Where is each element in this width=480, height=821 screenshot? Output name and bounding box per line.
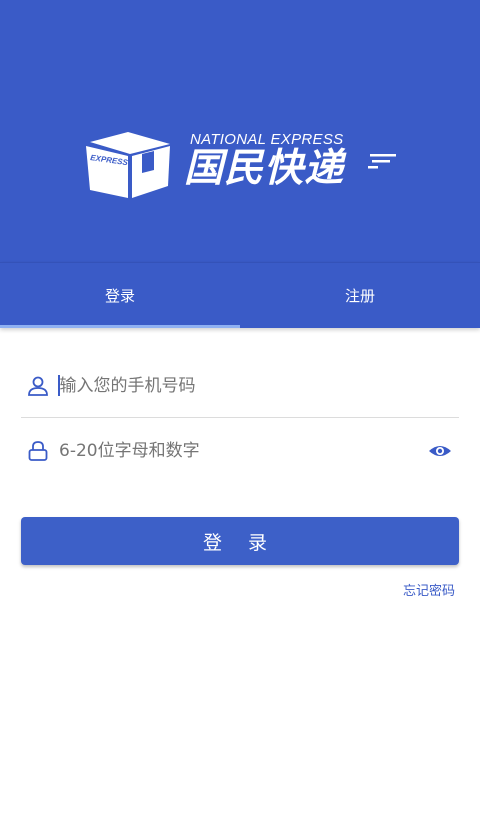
lock-icon: [23, 436, 53, 466]
tab-register-label: 注册: [344, 287, 375, 305]
active-tab-indicator: [0, 325, 240, 328]
forgot-password-link[interactable]: 忘记密码: [403, 580, 455, 599]
app-header: EXPRESS NATIONAL EXPRESS 国民快递: [0, 0, 480, 262]
tab-login-label: 登录: [104, 287, 135, 305]
phone-field: [21, 354, 459, 418]
password-field: [21, 419, 459, 483]
phone-input[interactable]: [59, 375, 459, 396]
auth-tabs: 登录 注册: [0, 262, 480, 328]
password-input[interactable]: [59, 441, 425, 461]
login-button[interactable]: 登 录: [21, 517, 459, 565]
speed-lines-icon: [368, 154, 396, 169]
package-box-icon: EXPRESS: [86, 132, 170, 198]
tab-register[interactable]: 注册: [240, 263, 480, 328]
eye-icon[interactable]: [425, 436, 455, 466]
tab-login[interactable]: 登录: [0, 263, 240, 328]
user-icon: [23, 371, 53, 401]
brand-chinese-name: 国民快递: [184, 146, 345, 191]
